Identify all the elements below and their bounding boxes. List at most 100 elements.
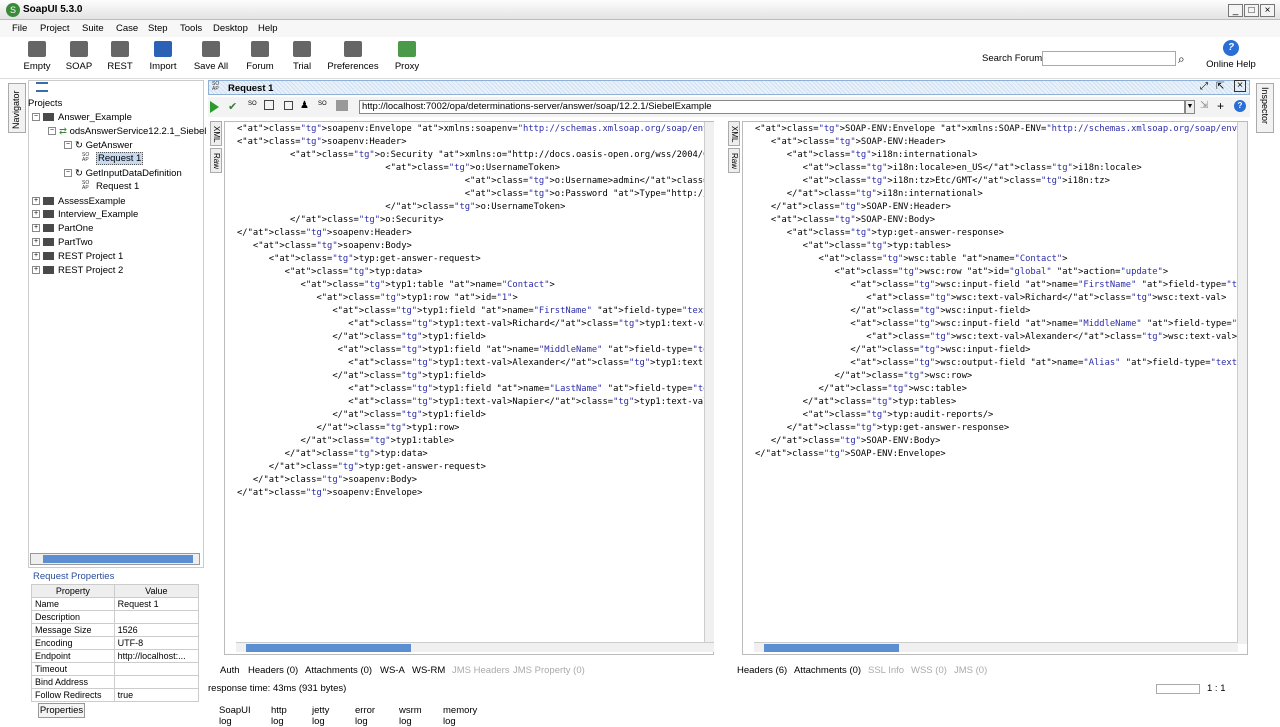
response-xml-line[interactable]: <"at">class="tg">wsc:output-field "at">n… <box>755 357 1247 370</box>
help-icon[interactable]: ? <box>1234 100 1246 112</box>
table-row[interactable]: Encoding UTF-8 <box>31 636 200 650</box>
forum-button[interactable]: Forum <box>244 41 276 72</box>
soap-button[interactable]: SOAP <box>64 41 94 72</box>
tree-item-assessexample[interactable]: + AssessExample <box>32 196 126 207</box>
edit-endpoint-icon[interactable]: ⇲ <box>1200 100 1208 111</box>
list-icon[interactable] <box>36 82 48 92</box>
tab-jms[interactable]: JMS (0) <box>954 665 987 676</box>
table-row[interactable]: Message Size 1526 <box>31 623 200 637</box>
empty-button[interactable]: Empty <box>22 41 52 72</box>
tab-soapui-log[interactable]: SoapUI log <box>219 705 251 727</box>
add-assertion-icon[interactable]: ✔ <box>228 100 237 113</box>
collapse-icon[interactable]: − <box>64 141 72 150</box>
detach-icon[interactable]: ⤢ <box>1200 81 1208 92</box>
request-xml-line[interactable]: <"at">class="tg">soapenv:Body> <box>237 240 713 253</box>
collapse-icon[interactable]: − <box>32 113 40 122</box>
request-xml-line[interactable]: </"at">class="tg">typ1:table> <box>237 435 713 448</box>
tree-item-interview-example[interactable]: + Interview_Example <box>32 209 138 220</box>
navigator-tab[interactable]: Navigator <box>8 83 26 133</box>
tree-item-answer-example[interactable]: − Answer_Example <box>32 112 132 123</box>
minimize-button[interactable]: _ <box>1228 4 1243 17</box>
response-xml-line[interactable]: <"at">class="tg">SOAP-ENV:Envelope "at">… <box>755 123 1247 136</box>
response-xml-line[interactable]: <"at">class="tg">i18n:international> <box>755 149 1247 162</box>
request-xml-line[interactable]: </"at">class="tg">typ1:field> <box>237 409 713 422</box>
raw-tab-request[interactable]: Raw <box>210 148 222 173</box>
response-vertical-scrollbar[interactable] <box>1237 122 1247 644</box>
request-xml-line[interactable]: </"at">class="tg">soapenv:Body> <box>237 474 713 487</box>
stop-icon[interactable] <box>284 101 293 110</box>
response-xml-editor[interactable]: <"at">class="tg">SOAP-ENV:Envelope "at">… <box>742 121 1248 655</box>
response-xml-content[interactable]: <"at">class="tg">SOAP-ENV:Envelope "at">… <box>755 123 1247 461</box>
expand-icon[interactable]: + <box>32 210 40 219</box>
tab-memory-log[interactable]: memory log <box>443 705 477 727</box>
menu-tools[interactable]: Tools <box>180 23 202 34</box>
expand-icon[interactable]: + <box>32 224 40 233</box>
response-xml-line[interactable]: </"at">class="tg">SOAP-ENV:Header> <box>755 201 1247 214</box>
tree-item-rest-project-2[interactable]: + REST Project 2 <box>32 265 123 276</box>
request-xml-line[interactable]: </"at">class="tg">soapenv:Header> <box>237 227 713 240</box>
menu-help[interactable]: Help <box>258 23 278 34</box>
expand-icon[interactable]: + <box>32 252 40 261</box>
menu-case[interactable]: Case <box>116 23 138 34</box>
response-xml-line[interactable]: <"at">class="tg">wsc:input-field "at">na… <box>755 318 1247 331</box>
response-xml-line[interactable]: <"at">class="tg">wsc:row "at">id="global… <box>755 266 1247 279</box>
response-xml-line[interactable]: <"at">class="tg">wsc:text-val>Richard</"… <box>755 292 1247 305</box>
trial-button[interactable]: Trial <box>288 41 316 72</box>
rest-button[interactable]: REST <box>105 41 135 72</box>
import-button[interactable]: Import <box>146 41 180 72</box>
response-xml-line[interactable]: <"at">class="tg">i18n:locale>en_US</"at"… <box>755 162 1247 175</box>
tab-error-log[interactable]: error log <box>355 705 375 727</box>
response-xml-line[interactable]: <"at">class="tg">wsc:text-val>Alexander<… <box>755 331 1247 344</box>
response-xml-line[interactable]: </"at">class="tg">i18n:international> <box>755 188 1247 201</box>
inspector-tab[interactable]: Inspector <box>1256 83 1274 133</box>
soap-icon[interactable]: SO <box>248 101 257 107</box>
tree-item-getinputdatadefinition[interactable]: − ↻ GetInputDataDefinition <box>64 168 182 179</box>
request-xml-line[interactable]: </"at">class="tg">typ:data> <box>237 448 713 461</box>
request-xml-line[interactable]: <"at">class="tg">typ1:text-val>Alexander… <box>237 357 713 370</box>
menu-desktop[interactable]: Desktop <box>213 23 248 34</box>
response-xml-line[interactable]: <"at">class="tg">wsc:input-field "at">na… <box>755 279 1247 292</box>
request-xml-line[interactable]: <"at">class="tg">typ1:field "at">name="F… <box>237 305 713 318</box>
request-xml-line[interactable]: <"at">class="tg">o:Username>admin</"at">… <box>237 175 713 188</box>
close-editor-icon[interactable]: × <box>1234 80 1246 92</box>
endpoint-url-field[interactable]: http://localhost:7002/opa/determinations… <box>359 100 1185 114</box>
response-xml-line[interactable]: </"at">class="tg">wsc:input-field> <box>755 344 1247 357</box>
xml-tab-response[interactable]: XML <box>728 121 740 146</box>
request-xml-line[interactable]: </"at">class="tg">typ1:field> <box>237 331 713 344</box>
response-xml-line[interactable]: <"at">class="tg">wsc:table "at">name="Co… <box>755 253 1247 266</box>
tree-item-parttwo[interactable]: + PartTwo <box>32 237 93 248</box>
raw-tab-response[interactable]: Raw <box>728 148 740 173</box>
response-xml-line[interactable]: </"at">class="tg">wsc:row> <box>755 370 1247 383</box>
expand-icon[interactable]: + <box>32 197 40 206</box>
scroll-thumb[interactable] <box>43 555 193 563</box>
request-xml-line[interactable]: </"at">class="tg">o:Security> <box>237 214 713 227</box>
close-button[interactable]: × <box>1260 4 1275 17</box>
preferences-button[interactable]: Preferences <box>327 41 379 72</box>
request-xml-editor[interactable]: <"at">class="tg">soapenv:Envelope "at">x… <box>224 121 714 655</box>
response-xml-line[interactable]: <"at">class="tg">typ:get-answer-response… <box>755 227 1247 240</box>
scroll-thumb[interactable] <box>246 644 411 652</box>
response-xml-line[interactable]: </"at">class="tg">typ:tables> <box>755 396 1247 409</box>
request-xml-line[interactable]: </"at">class="tg">typ:get-answer-request… <box>237 461 713 474</box>
response-xml-line[interactable]: </"at">class="tg">wsc:input-field> <box>755 305 1247 318</box>
save-all-button[interactable]: Save All <box>193 41 229 72</box>
xml-tab-request[interactable]: XML <box>210 121 222 146</box>
collapse-icon[interactable]: − <box>64 169 72 178</box>
online-help-button[interactable]: ? Online Help <box>1206 40 1256 70</box>
format-icon[interactable] <box>264 100 274 110</box>
tree-item-getanswer[interactable]: − ↻ GetAnswer <box>64 140 133 151</box>
request-xml-line[interactable]: <"at">class="tg">o:UsernameToken> <box>237 162 713 175</box>
table-row[interactable]: Follow Redirects true <box>31 688 200 702</box>
request-xml-line[interactable]: </"at">class="tg">soapenv:Envelope> <box>237 487 713 500</box>
request-xml-line[interactable]: <"at">class="tg">typ1:field "at">name="M… <box>237 344 713 357</box>
request-xml-line[interactable]: <"at">class="tg">soapenv:Envelope "at">x… <box>237 123 713 136</box>
response-xml-line[interactable]: </"at">class="tg">SOAP-ENV:Body> <box>755 435 1247 448</box>
request-xml-line[interactable]: <"at">class="tg">typ1:text-val>Richard</… <box>237 318 713 331</box>
request-xml-line[interactable]: <"at">class="tg">typ:data> <box>237 266 713 279</box>
float-icon[interactable]: ⇱ <box>1216 81 1224 92</box>
menu-step[interactable]: Step <box>148 23 168 34</box>
proxy-button[interactable]: Proxy <box>392 41 422 72</box>
chevron-down-icon[interactable]: ▼ <box>1185 100 1195 114</box>
search-forum-input[interactable] <box>1042 51 1176 66</box>
tree-item-request1-b[interactable]: SO AP Request 1 <box>82 181 139 192</box>
